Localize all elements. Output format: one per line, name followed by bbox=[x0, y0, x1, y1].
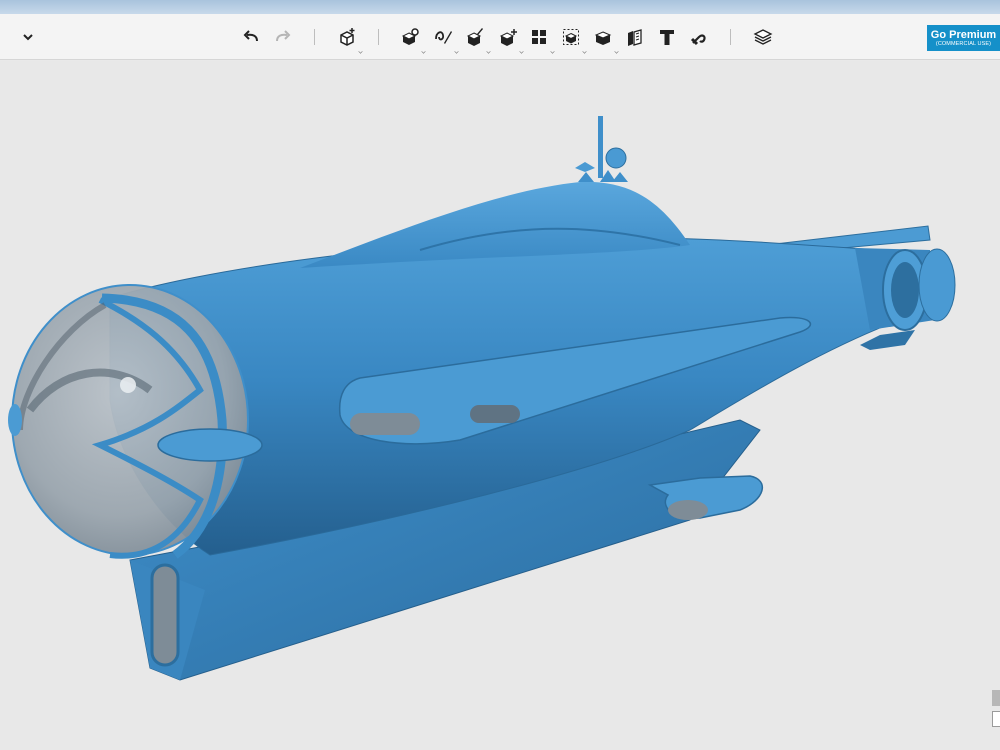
redo-button[interactable] bbox=[269, 23, 297, 51]
construct-icon bbox=[466, 28, 483, 46]
go-premium-button[interactable]: Go Premium (COMMERCIAL USE) bbox=[927, 25, 1000, 51]
combine-button[interactable] bbox=[589, 23, 619, 54]
submarine-model[interactable] bbox=[0, 61, 1000, 750]
menu-chevron-button[interactable] bbox=[14, 23, 42, 51]
undo-button[interactable] bbox=[237, 23, 265, 51]
redo-icon bbox=[276, 30, 291, 42]
text-icon bbox=[660, 30, 674, 45]
measure-button[interactable] bbox=[621, 23, 649, 51]
snap-icon bbox=[690, 34, 706, 46]
window-top-strip bbox=[0, 0, 1000, 14]
go-premium-title: Go Premium bbox=[930, 28, 997, 41]
sketch-button[interactable] bbox=[429, 23, 459, 54]
combine-icon bbox=[594, 31, 612, 45]
snap-button[interactable] bbox=[685, 23, 713, 51]
construct-button[interactable] bbox=[461, 23, 491, 54]
material-button[interactable] bbox=[749, 23, 777, 51]
transform-button[interactable] bbox=[396, 23, 426, 54]
toolbar-separator bbox=[730, 29, 731, 45]
sketch-icon bbox=[435, 31, 452, 44]
grouping-button[interactable] bbox=[557, 23, 587, 54]
chevron-down-icon bbox=[23, 34, 33, 41]
go-premium-subtitle: (COMMERCIAL USE) bbox=[935, 40, 992, 47]
undo-icon bbox=[243, 30, 258, 42]
add-primitive-button[interactable] bbox=[333, 23, 363, 54]
pattern-icon bbox=[532, 30, 546, 44]
material-icon bbox=[753, 29, 773, 45]
grouping-icon bbox=[563, 29, 579, 45]
toolbar-separator bbox=[314, 29, 315, 45]
text-button[interactable] bbox=[653, 23, 681, 51]
view-control-b[interactable] bbox=[992, 711, 1000, 727]
pattern-button[interactable] bbox=[525, 23, 555, 54]
add-primitive-icon bbox=[340, 28, 355, 46]
toolbar-separator bbox=[378, 29, 379, 45]
measure-icon bbox=[628, 29, 642, 46]
3d-viewport[interactable] bbox=[0, 61, 1000, 750]
transform-icon bbox=[401, 28, 419, 45]
modify-button[interactable] bbox=[494, 23, 524, 54]
main-toolbar: Go Premium (COMMERCIAL USE) bbox=[0, 14, 1000, 60]
view-control-a[interactable] bbox=[992, 690, 1000, 706]
modify-icon bbox=[499, 29, 517, 46]
